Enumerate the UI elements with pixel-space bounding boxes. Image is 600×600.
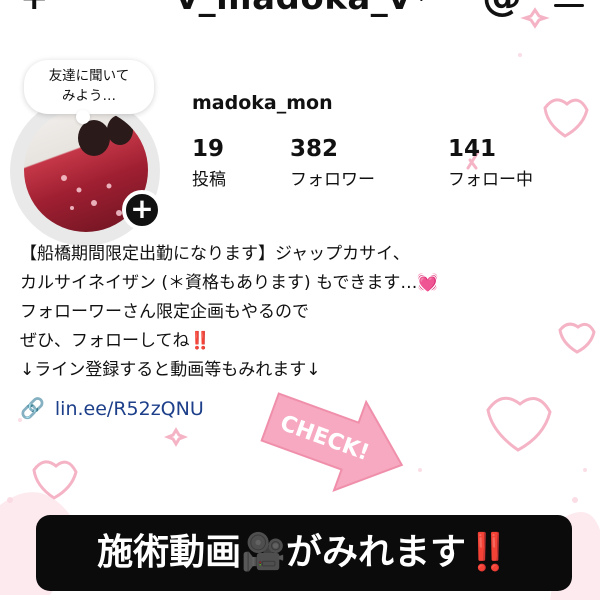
banner-text: 施術動画🎥がみれます <box>97 532 466 573</box>
add-story-button[interactable]: + <box>122 190 162 230</box>
profile-username: madoka_mon <box>192 92 333 114</box>
bio-line: 【船橋期間限定出勤になります】ジャップカサイ、 <box>20 244 410 264</box>
stat-followers[interactable]: 382 フォロワー <box>290 136 375 190</box>
bio-line: カルサイネイザン (＊資格もあります) もできます…💓 <box>20 273 439 293</box>
account-handle[interactable]: v_madoka_v <box>176 0 411 18</box>
stat-label: 投稿 <box>192 170 226 190</box>
stat-value: 141 <box>448 136 497 162</box>
check-arrow-sticker: CHECK! <box>260 392 404 492</box>
promo-banner: 施術動画🎥がみれます‼️ <box>36 515 572 591</box>
note-bubble[interactable]: 友達に聞いて みよう… <box>24 60 154 124</box>
plus-icon[interactable]: + <box>20 0 49 18</box>
bio-line: ぜひ、フォローしてね‼️ <box>20 331 211 351</box>
banner-exclamation: ‼️ <box>466 532 511 573</box>
stat-label: フォロー中 <box>448 170 533 190</box>
link-url: lin.ee/R52zQNU <box>54 398 204 420</box>
profile-link[interactable]: 🔗 lin.ee/R52zQNU <box>20 396 204 420</box>
stat-following[interactable]: 141 フォロー中 <box>448 136 533 190</box>
stat-value: 382 <box>290 136 339 162</box>
threads-icon[interactable]: @ <box>482 0 522 20</box>
stat-label: フォロワー <box>290 170 375 190</box>
note-line: みよう… <box>62 88 116 104</box>
bio-line: フォローワーさん限定企画もやるので <box>20 302 309 322</box>
hamburger-menu-icon[interactable] <box>554 0 584 14</box>
chevron-down-icon[interactable]: ⌄ <box>413 0 430 6</box>
stat-posts[interactable]: 19 投稿 <box>192 136 226 190</box>
top-bar: + v_madoka_v ⌄ @ <box>0 0 600 22</box>
note-line: 友達に聞いて <box>48 68 130 84</box>
link-chain-icon: 🔗 <box>20 396 45 420</box>
bio-line: ↓ライン登録すると動画等もみれます↓ <box>20 360 321 380</box>
profile-bio: 【船橋期間限定出勤になります】ジャップカサイ、 カルサイネイザン (＊資格もあり… <box>20 240 580 385</box>
stat-value: 19 <box>192 136 225 162</box>
